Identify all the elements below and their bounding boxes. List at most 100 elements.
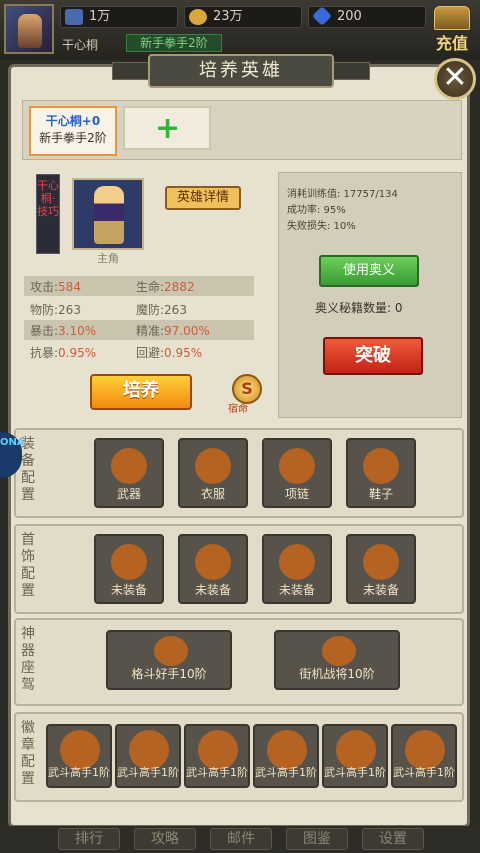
stat-value-dodge: 0.95% (164, 346, 203, 360)
slot-label: 格斗好手10阶 (131, 667, 207, 681)
clothes-icon (195, 448, 231, 484)
training-box: 消耗训练值: 17757/134 成功率: 95% 失败损失: 10% 使用奥义… (278, 172, 462, 418)
nav-ranking[interactable]: 排行 (58, 828, 120, 850)
slot-label: 未装备 (362, 583, 399, 597)
artifact-section-label: 神器座驾 (21, 626, 35, 693)
hero-tab-rank: 新手拳手2阶 (39, 131, 107, 145)
badge-section-label: 徽章配置 (21, 720, 35, 787)
diamond-value: 200 (337, 9, 362, 24)
training-consume: 消耗训练值: 17757/134 (287, 189, 398, 200)
title-ornament-left (112, 62, 152, 80)
top-status-bar: 1万 23万 200 干心桐 新手拳手2阶 充值 (0, 0, 480, 60)
slot-label: 武斗高手1阶 (393, 766, 455, 779)
stat-value-accuracy: 97.00% (164, 324, 210, 338)
stat-label-attack: 攻击: (30, 280, 59, 294)
badge-section: 徽章配置 武斗高手1阶 武斗高手1阶 武斗高手1阶 武斗高手1阶 武斗高手1阶 … (14, 712, 464, 802)
artifact-section: 神器座驾 格斗好手10阶 街机战将10阶 (14, 618, 464, 706)
stat-row-1: 攻击:584 生命:2882 (24, 276, 254, 296)
equip-slot-weapon[interactable]: 武器 (94, 438, 164, 508)
use-secret-button[interactable]: 使用奥义 (319, 255, 419, 287)
accessory-slot-1[interactable]: 未装备 (94, 534, 164, 604)
badge-slot-1[interactable]: 武斗高手1阶 (46, 724, 112, 788)
nav-settings[interactable]: 设置 (362, 828, 424, 850)
badge-icon (405, 730, 445, 770)
slot-label: 武器 (116, 487, 141, 501)
stat-label-crit: 暴击: (30, 324, 59, 338)
badge-icon (336, 730, 376, 770)
equip-slot-necklace[interactable]: 项链 (262, 438, 332, 508)
accessory-slot-2[interactable]: 未装备 (178, 534, 248, 604)
rank-badge-top: 新手拳手2阶 (126, 34, 222, 52)
add-hero-button[interactable]: + (123, 106, 211, 150)
equipment-section: 装备配置 武器 衣服 项链 鞋子 (14, 428, 464, 518)
recharge-button[interactable]: 充值 (428, 4, 476, 54)
slot-label: 未装备 (194, 583, 231, 597)
nav-codex[interactable]: 图鉴 (286, 828, 348, 850)
slot-label: 鞋子 (368, 487, 393, 501)
success-rate: 成功率: 95% (287, 205, 346, 216)
resource-diamond: 200 (308, 6, 426, 28)
recharge-label: 充值 (435, 34, 468, 53)
diamond-icon (312, 6, 332, 26)
stat-value-crit: 3.10% (58, 324, 97, 338)
car-icon (322, 636, 356, 666)
badge-icon (60, 730, 100, 770)
stat-label-mdef: 魔防: (136, 303, 165, 317)
close-icon: ✕ (442, 60, 468, 95)
stat-value-attack: 584 (58, 280, 81, 294)
accessory-slot-3[interactable]: 未装备 (262, 534, 332, 604)
artifact-slot[interactable]: 格斗好手10阶 (106, 630, 232, 690)
stat-label-accuracy: 精准: (136, 324, 165, 338)
hero-details-button[interactable]: 英雄详情 (165, 186, 241, 210)
badge-slot-6[interactable]: 武斗高手1阶 (391, 724, 457, 788)
bottom-nav: 排行 攻略 邮件 图鉴 设置 (0, 826, 480, 853)
cultivate-button[interactable]: 培养 (90, 374, 192, 410)
energy-icon (65, 9, 83, 25)
fate-label: 宿命 (228, 404, 248, 415)
hero-portrait[interactable] (72, 178, 144, 250)
slot-label: 武斗高手1阶 (48, 766, 110, 779)
treasure-chest-icon (434, 6, 470, 30)
mount-slot[interactable]: 街机战将10阶 (274, 630, 400, 690)
stat-value-anticrit: 0.95% (58, 346, 97, 360)
accessory-icon (363, 544, 399, 580)
hero-figure (94, 186, 124, 244)
nav-mail[interactable]: 邮件 (210, 828, 272, 850)
nav-guide[interactable]: 攻略 (134, 828, 196, 850)
player-avatar[interactable] (4, 4, 54, 54)
hero-banner: 干心桐·技巧 (36, 174, 60, 254)
badge-slot-4[interactable]: 武斗高手1阶 (253, 724, 319, 788)
slot-label: 未装备 (110, 583, 147, 597)
stat-row-2: 物防:263 魔防:263 (24, 299, 254, 319)
badge-slot-2[interactable]: 武斗高手1阶 (115, 724, 181, 788)
accessory-icon (195, 544, 231, 580)
stat-label-dodge: 回避: (136, 346, 165, 360)
necklace-icon (279, 448, 315, 484)
hero-tab-selected[interactable]: 干心桐+0 新手拳手2阶 (29, 106, 117, 156)
breakthrough-button[interactable]: 突破 (323, 337, 423, 375)
accessory-section: 首饰配置 未装备 未装备 未装备 未装备 (14, 524, 464, 614)
panel-title: 培养英雄 (148, 54, 334, 88)
close-button[interactable]: ✕ (434, 58, 476, 100)
slot-label: 武斗高手1阶 (255, 766, 317, 779)
energy-value: 1万 (89, 9, 111, 24)
gold-coin-icon (189, 9, 207, 25)
slot-label: 未装备 (278, 583, 315, 597)
stat-row-3: 暴击:3.10% 精准:97.00% (24, 320, 254, 340)
accessory-slot-4[interactable]: 未装备 (346, 534, 416, 604)
badge-slot-5[interactable]: 武斗高手1阶 (322, 724, 388, 788)
slot-label: 武斗高手1阶 (117, 766, 179, 779)
slot-label: 街机战将10阶 (299, 667, 375, 681)
avatar-face (18, 14, 42, 48)
resource-energy: 1万 (60, 6, 178, 28)
shoes-icon (363, 448, 399, 484)
artifact-icon (154, 636, 188, 666)
stat-row-4: 抗暴:0.95% 回避:0.95% (24, 342, 254, 362)
stat-value-mdef: 263 (164, 303, 187, 317)
hero-name-top: 干心桐 (62, 38, 99, 52)
badge-slot-3[interactable]: 武斗高手1阶 (184, 724, 250, 788)
slot-label: 项链 (284, 487, 309, 501)
equip-slot-shoes[interactable]: 鞋子 (346, 438, 416, 508)
gold-value: 23万 (213, 9, 243, 24)
equip-slot-clothes[interactable]: 衣服 (178, 438, 248, 508)
